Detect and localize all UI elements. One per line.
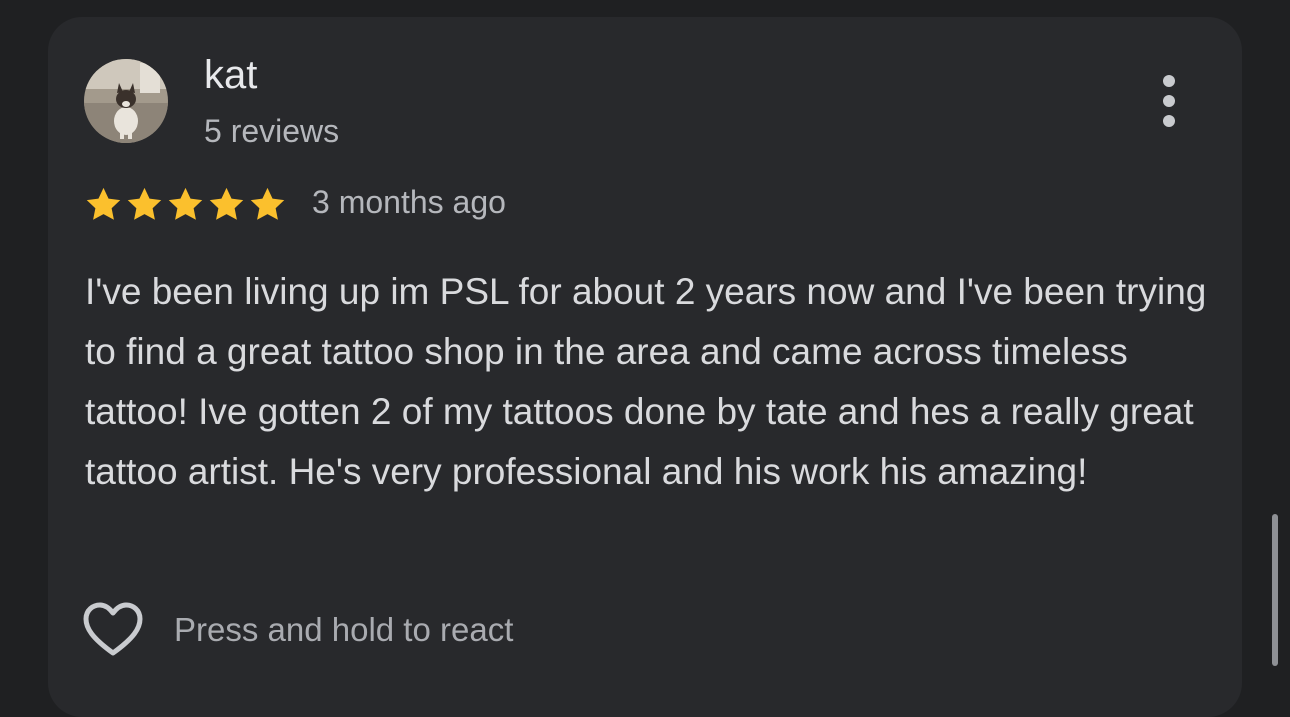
react-label: Press and hold to react: [174, 611, 514, 648]
review-time: 3 months ago: [312, 184, 506, 220]
scrollbar[interactable]: [1272, 514, 1278, 666]
star-icon: [168, 187, 203, 220]
star-icon: [127, 187, 162, 220]
star-icon: [86, 187, 121, 220]
review-text: I've been living up im PSL for about 2 y…: [85, 271, 1207, 492]
heart-outline-icon: [83, 602, 143, 656]
author-name[interactable]: kat: [204, 51, 257, 99]
author-review-count[interactable]: 5 reviews: [204, 112, 339, 150]
star-rating: [84, 185, 287, 225]
dog-photo-avatar: [84, 59, 168, 143]
react-button[interactable]: Press and hold to react: [82, 599, 513, 661]
star-icon: [250, 187, 285, 220]
more-options-button[interactable]: [1148, 69, 1190, 133]
review-card: kat 5 reviews 3 months ago I've been liv…: [48, 17, 1242, 717]
star-icon: [209, 187, 244, 220]
author-avatar[interactable]: [84, 59, 168, 143]
